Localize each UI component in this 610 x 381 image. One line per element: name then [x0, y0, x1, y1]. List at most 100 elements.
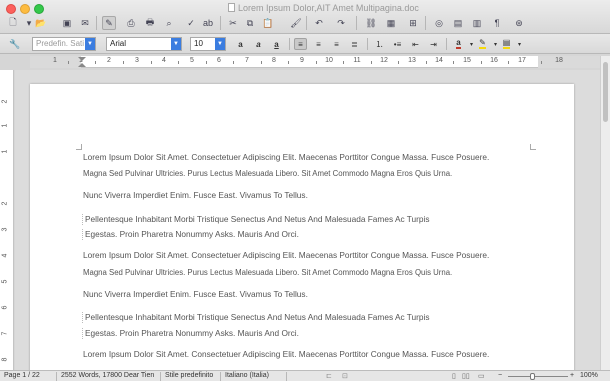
- undo-icon[interactable]: ↶: [312, 16, 326, 30]
- paragraph[interactable]: Egestas. Proin Pharetra Nonummy Asks. Ma…: [82, 328, 532, 339]
- italic-icon[interactable]: a: [252, 38, 265, 50]
- ruler-tick: [398, 61, 399, 64]
- align-center-icon[interactable]: ≡: [312, 38, 325, 50]
- paragraph-style-value: Predefin. Sati: [36, 39, 85, 48]
- save-icon[interactable]: ▣: [60, 16, 74, 30]
- text-language[interactable]: Italiano (Italia): [225, 372, 269, 379]
- paragraph[interactable]: Lorem Ipsum Dolor Sit Amet. Consectetuer…: [83, 152, 533, 163]
- ruler-number: 5: [190, 57, 194, 64]
- ruler-number: 2: [107, 57, 111, 64]
- paragraph[interactable]: Lorem Ipsum Dolor Sit Amet. Consectetuer…: [83, 349, 533, 360]
- paragraph[interactable]: Lorem Ipsum Dolor Sit Amet. Consectetuer…: [83, 250, 533, 261]
- cut-icon[interactable]: ✂: [226, 16, 240, 30]
- formatting-marks-icon[interactable]: ¶: [490, 16, 504, 30]
- numbering-icon[interactable]: ⒈: [373, 38, 386, 50]
- insert-mode-icon[interactable]: ⊏: [326, 372, 332, 380]
- paragraph[interactable]: Pellentesque Inhabitant Morbi Tristique …: [82, 214, 532, 225]
- zoom-slider-knob[interactable]: [530, 373, 535, 380]
- redo-icon[interactable]: ↷: [334, 16, 348, 30]
- highlighting-icon[interactable]: ✎: [476, 38, 489, 50]
- page-style[interactable]: Stile predefinito: [165, 372, 213, 379]
- chevron-down-icon[interactable]: ▼: [215, 38, 225, 50]
- underline-icon[interactable]: a: [270, 38, 283, 50]
- hyperlink-icon[interactable]: ⛓: [364, 16, 378, 30]
- font-size-select[interactable]: 10 ▼: [190, 37, 226, 51]
- bullets-icon[interactable]: •≡: [391, 38, 404, 50]
- ruler-number: 5: [1, 279, 9, 284]
- increase-indent-icon[interactable]: ⇥: [427, 38, 440, 50]
- zoom-in-icon[interactable]: +: [570, 372, 574, 379]
- align-left-icon[interactable]: ≡: [294, 38, 307, 50]
- paragraph[interactable]: Nunc Viverra Imperdiet Enim. Fusce East.…: [83, 190, 533, 201]
- clone-formatting-icon[interactable]: 🖌: [289, 16, 303, 30]
- background-color-icon[interactable]: ▤: [500, 38, 513, 50]
- data-sources-icon[interactable]: ▥: [470, 16, 484, 30]
- paste-icon[interactable]: 📋: [261, 16, 275, 30]
- ruler-number: 9: [300, 57, 304, 64]
- zoom-slider[interactable]: [508, 376, 568, 377]
- ruler-number: 2: [1, 99, 9, 104]
- open-folder-icon[interactable]: 📂: [34, 16, 48, 30]
- spellcheck-icon[interactable]: ✓: [184, 16, 198, 30]
- title-bar: Lorem Ipsum Dolor,AIT Amet Multipagina.d…: [0, 0, 610, 34]
- page-indicator[interactable]: Page 1 / 22: [4, 372, 40, 379]
- chevron-down-icon[interactable]: ▼: [171, 38, 181, 50]
- gallery-icon[interactable]: ▤: [451, 16, 465, 30]
- edit-mode-icon[interactable]: ✎: [102, 16, 116, 30]
- navigator-icon[interactable]: ◎: [432, 16, 446, 30]
- horizontal-ruler[interactable]: 1 1 2 3 4 5 6 7 8 9 10 11 12 13 14 15 16 17 18: [30, 56, 600, 68]
- paragraph[interactable]: Pellentesque Inhabitant Morbi Tristique …: [82, 312, 532, 323]
- ruler-tick: [123, 61, 124, 64]
- minimize-window-button[interactable]: [20, 4, 30, 14]
- new-document-icon[interactable]: 🗋: [6, 16, 20, 30]
- export-pdf-icon[interactable]: ⎙: [124, 16, 138, 30]
- multi-page-view-icon[interactable]: ▯▯: [462, 372, 470, 380]
- paragraph[interactable]: Magna Sed Pulvinar Ultricies. Purus Lect…: [83, 168, 533, 179]
- indent-marker-icon[interactable]: [78, 57, 86, 67]
- window-title-text: Lorem Ipsum Dolor,AIT Amet Multipagina.d…: [238, 3, 419, 13]
- chevron-down-icon[interactable]: ▼: [85, 38, 95, 50]
- ruler-number: 1: [53, 57, 57, 64]
- justify-icon[interactable]: ≣: [348, 38, 361, 50]
- paragraph-style-select[interactable]: Predefin. Sati ▼: [32, 37, 96, 51]
- maximize-window-button[interactable]: [34, 4, 44, 14]
- autocorrect-icon[interactable]: ab: [201, 16, 215, 30]
- show-draw-functions-icon[interactable]: ⊞: [406, 16, 420, 30]
- status-bar: Page 1 / 22 2552 Words, 17800 Dear Tien …: [0, 370, 610, 381]
- word-count[interactable]: 2552 Words, 17800 Dear Tien: [61, 372, 154, 379]
- ruler-tick: [178, 61, 179, 64]
- styles-formatting-icon[interactable]: 🔧: [8, 37, 22, 51]
- email-icon[interactable]: ✉: [78, 16, 92, 30]
- document-page[interactable]: Lorem Ipsum Dolor Sit Amet. Consectetuer…: [30, 84, 574, 370]
- print-preview-icon[interactable]: ⌕: [162, 16, 176, 30]
- font-name-select[interactable]: Arial ▼: [106, 37, 182, 51]
- ruler-number: 8: [1, 357, 9, 362]
- book-view-icon[interactable]: ▭: [478, 372, 485, 380]
- document-canvas[interactable]: Lorem Ipsum Dolor Sit Amet. Consectetuer…: [15, 70, 600, 370]
- copy-icon[interactable]: ⧉: [243, 16, 257, 30]
- document-signature-icon[interactable]: ⊡: [342, 372, 348, 380]
- align-right-icon[interactable]: ≡: [330, 38, 343, 50]
- font-color-icon[interactable]: a: [452, 38, 465, 50]
- vertical-ruler[interactable]: 2 1 1 2 3 4 5 6 7 8: [0, 70, 14, 370]
- ruler-tick: [95, 61, 96, 64]
- print-icon[interactable]: 🖶: [143, 16, 157, 30]
- ruler-number: 6: [1, 305, 9, 310]
- chevron-down-icon[interactable]: ▾: [513, 38, 526, 50]
- close-window-button[interactable]: [6, 4, 16, 14]
- ruler-tick: [233, 61, 234, 64]
- zoom-level[interactable]: 100%: [580, 372, 598, 379]
- scrollbar-thumb[interactable]: [603, 62, 608, 122]
- vertical-scrollbar[interactable]: [600, 56, 610, 370]
- bold-icon[interactable]: a: [234, 38, 247, 50]
- decrease-indent-icon[interactable]: ⇤: [409, 38, 422, 50]
- help-icon[interactable]: ⊛: [512, 16, 526, 30]
- paragraph[interactable]: Egestas. Proin Pharetra Nonummy Asks. Ma…: [82, 229, 532, 240]
- zoom-out-icon[interactable]: −: [498, 372, 502, 379]
- paragraph[interactable]: Nunc Viverra Imperdiet Enim. Fusce East.…: [83, 289, 533, 300]
- paragraph[interactable]: Magna Sed Pulvinar Ultricies. Purus Lect…: [83, 267, 533, 278]
- ruler-number: 18: [555, 57, 563, 64]
- single-page-view-icon[interactable]: ▯: [452, 372, 456, 380]
- table-icon[interactable]: ▦: [384, 16, 398, 30]
- ruler-tick: [150, 61, 152, 64]
